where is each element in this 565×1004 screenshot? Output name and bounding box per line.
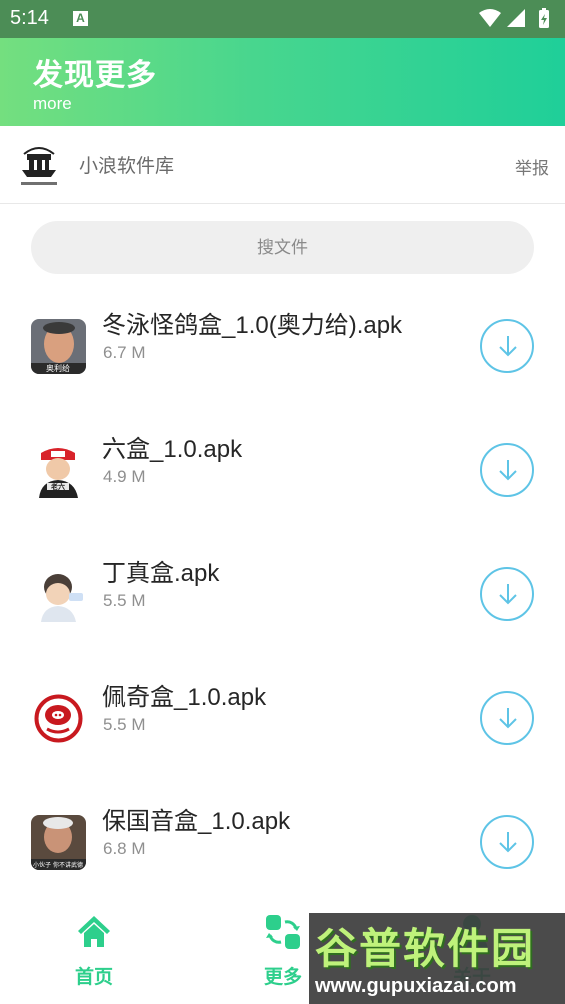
file-item[interactable]: 丁真盒.apk 5.5 M <box>0 539 565 663</box>
file-item[interactable]: 奥利给 冬泳怪鸽盒_1.0(奥力给).apk 6.7 M <box>0 291 565 415</box>
file-avatar <box>31 567 86 622</box>
download-arrow-icon <box>499 584 517 605</box>
download-button[interactable] <box>480 443 534 497</box>
avatar-caption: 奥利给 <box>46 363 70 373</box>
source-name: 小浪软件库 <box>79 155 175 177</box>
watermark: 谷普软件园 www.gupuxiazai.com <box>309 913 565 1004</box>
download-arrow-icon <box>499 336 517 357</box>
file-size: 5.5 M <box>103 715 146 734</box>
file-size: 6.7 M <box>103 343 146 362</box>
page-subtitle: more <box>33 94 72 113</box>
source-logo <box>21 147 57 185</box>
battery-icon <box>539 8 549 28</box>
file-avatar: 奥利给 <box>31 319 86 374</box>
house-icon <box>78 916 110 947</box>
avatar-caption: 小伙子 你不讲武德 <box>33 861 83 869</box>
download-arrow-icon <box>499 832 517 853</box>
download-arrow-icon <box>499 460 517 481</box>
file-name: 冬泳怪鸽盒_1.0(奥力给).apk <box>102 312 403 339</box>
wifi-icon <box>479 9 501 27</box>
file-avatar: 小伙子 你不讲武德 <box>31 815 86 870</box>
nav-home[interactable]: 首页 <box>54 912 134 994</box>
file-name: 丁真盒.apk <box>102 560 220 587</box>
avatar-caption: 老六 <box>50 482 65 491</box>
page-title: 发现更多 <box>33 58 157 93</box>
file-name: 佩奇盒_1.0.apk <box>102 684 267 711</box>
search-input[interactable] <box>31 221 534 274</box>
signal-icon <box>507 9 525 27</box>
file-item[interactable]: 老六 六盒_1.0.apk 4.9 M <box>0 415 565 539</box>
download-button[interactable] <box>480 815 534 869</box>
refresh-grid-icon <box>266 915 300 949</box>
report-button[interactable]: 举报 <box>515 154 549 179</box>
download-button[interactable] <box>480 691 534 745</box>
download-arrow-icon <box>499 708 517 729</box>
file-name: 六盒_1.0.apk <box>102 436 243 463</box>
notification-icon: A <box>73 11 88 26</box>
watermark-brand: 谷普软件园 <box>315 924 536 973</box>
nav-home-label: 首页 <box>74 966 113 988</box>
file-item[interactable]: 小伙子 你不讲武德 保国音盒_1.0.apk 6.8 M <box>0 787 565 911</box>
source-row: 小浪软件库 举报 <box>0 126 565 204</box>
download-button[interactable] <box>480 319 534 373</box>
file-size: 6.8 M <box>103 839 146 858</box>
watermark-url: www.gupuxiazai.com <box>315 975 517 997</box>
status-icons <box>479 8 549 28</box>
file-size: 5.5 M <box>103 591 146 610</box>
page-header: 发现更多 more <box>0 38 565 126</box>
file-item[interactable]: 佩奇盒_1.0.apk 5.5 M <box>0 663 565 787</box>
file-avatar <box>31 691 86 746</box>
file-name: 保国音盒_1.0.apk <box>102 808 291 835</box>
status-bar: 5:14 A <box>0 0 565 38</box>
file-size: 4.9 M <box>103 467 146 486</box>
status-time: 5:14 <box>10 7 49 29</box>
file-avatar: 老六 <box>31 443 86 498</box>
download-button[interactable] <box>480 567 534 621</box>
